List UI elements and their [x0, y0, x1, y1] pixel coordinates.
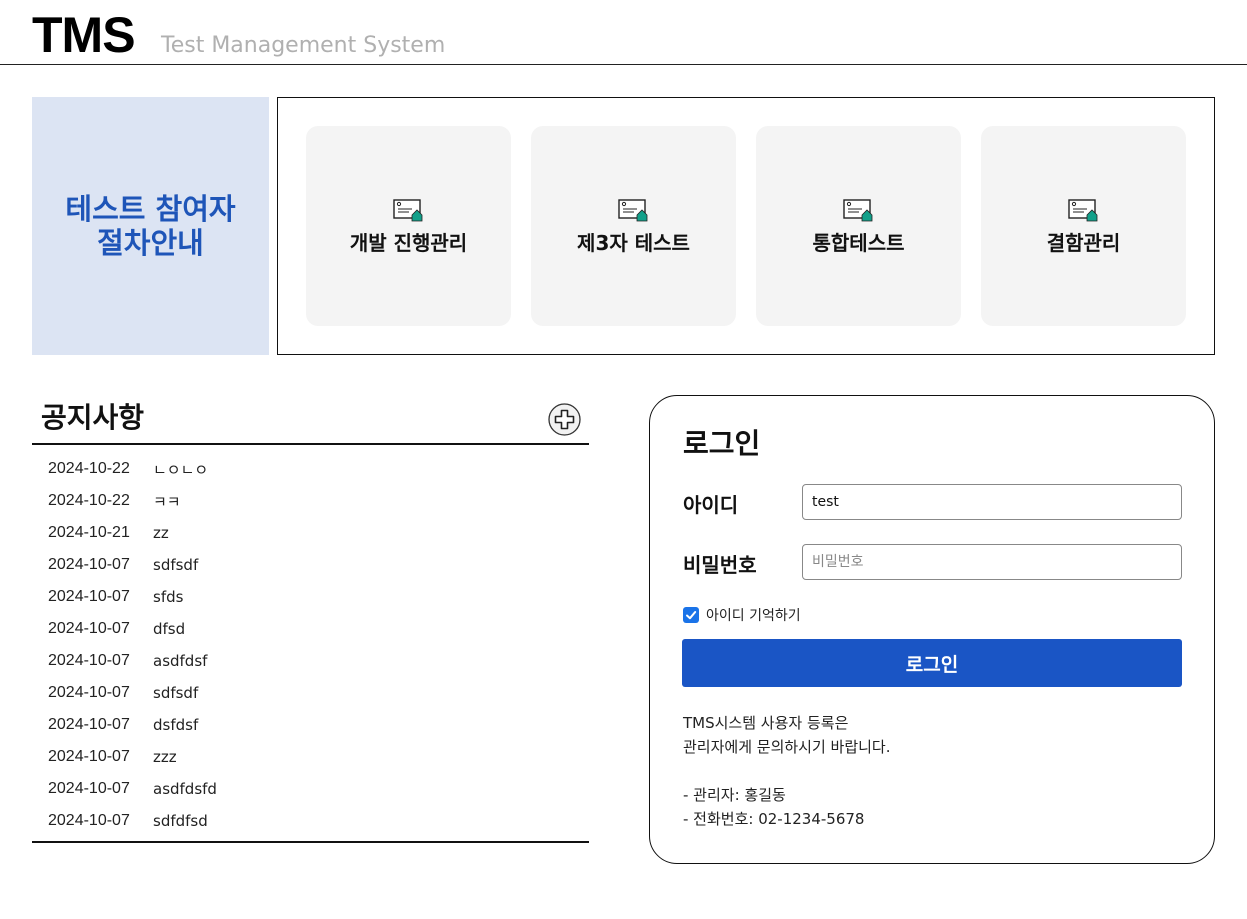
menu-card-defect-management[interactable]: 결함관리: [981, 126, 1186, 326]
login-info-line: - 관리자: 홍길동: [683, 786, 786, 804]
notice-item[interactable]: 2024-10-07 sdfsdf: [32, 677, 589, 709]
login-info-line: 관리자에게 문의하시기 바랍니다.: [683, 738, 891, 756]
login-button[interactable]: 로그인: [682, 639, 1182, 687]
notice-text: ㄴㅇㄴㅇ: [153, 460, 209, 479]
notice-text: dsfdsf: [153, 716, 199, 734]
notice-item[interactable]: 2024-10-07 sdfsdf: [32, 549, 589, 581]
menu-card-label: 통합테스트: [812, 230, 905, 255]
notice-item[interactable]: 2024-10-22 ㄴㅇㄴㅇ: [32, 453, 589, 485]
checkmark-icon: [686, 611, 697, 620]
header: TMS Test Management System: [0, 0, 1247, 65]
login-title: 로그인: [683, 427, 761, 460]
notice-date: 2024-10-07: [48, 684, 130, 701]
notice-text: zz: [153, 524, 169, 542]
notice-title: 공지사항: [41, 401, 145, 434]
menu-card-third-party-test[interactable]: 제3자 테스트: [531, 126, 736, 326]
logo[interactable]: TMS: [32, 6, 136, 64]
id-input[interactable]: [802, 484, 1182, 520]
password-input[interactable]: [802, 544, 1182, 580]
notice-list: 2024-10-22 ㄴㅇㄴㅇ 2024-10-22 ㅋㅋ 2024-10-21 zz…: [32, 453, 589, 837]
notice-text: sdfdfsd: [153, 812, 208, 830]
notice-text: dfsd: [153, 620, 186, 638]
guide-title: 테스트 참여자 절차안내: [65, 192, 236, 260]
add-notice-button[interactable]: [548, 403, 581, 436]
notice-item[interactable]: 2024-10-07 asdfdsfd: [32, 773, 589, 805]
password-label: 비밀번호: [683, 553, 757, 577]
notice-date: 2024-10-07: [48, 556, 130, 573]
notice-divider-bottom: [32, 841, 589, 843]
notice-date: 2024-10-07: [48, 716, 130, 733]
notice-date: 2024-10-07: [48, 748, 130, 765]
logo-subtitle: Test Management System: [161, 33, 446, 58]
menu-card-integration-test[interactable]: 통합테스트: [756, 126, 961, 326]
notice-item[interactable]: 2024-10-07 dsfdsf: [32, 709, 589, 741]
notice-date: 2024-10-07: [48, 812, 130, 829]
remember-id-label: 아이디 기억하기: [706, 608, 801, 624]
menu-card-dev-progress[interactable]: 개발 진행관리: [306, 126, 511, 326]
notice-text: sdfsdf: [153, 684, 199, 702]
document-icon: [392, 198, 422, 221]
document-icon: [1067, 198, 1097, 221]
notice-item[interactable]: 2024-10-07 sdfdfsd: [32, 805, 589, 837]
login-info-line: - 전화번호: 02-1234-5678: [683, 810, 865, 828]
notice-item[interactable]: 2024-10-22 ㅋㅋ: [32, 485, 589, 517]
login-info-line: TMS시스템 사용자 등록은: [683, 714, 849, 732]
notice-date: 2024-10-07: [48, 620, 130, 637]
notice-text: asdfdsfd: [153, 780, 217, 798]
notice-item[interactable]: 2024-10-07 sfds: [32, 581, 589, 613]
login-card: 로그인 아이디 비밀번호 아이디 기억하기 로그인 TMS시스템 사용자 등록은…: [649, 395, 1215, 864]
notice-date: 2024-10-22: [48, 460, 130, 477]
notice-date: 2024-10-21: [48, 524, 130, 541]
notice-item[interactable]: 2024-10-21 zz: [32, 517, 589, 549]
notice-item[interactable]: 2024-10-07 asdfdsf: [32, 645, 589, 677]
notice-text: sfds: [153, 588, 184, 606]
notice-item[interactable]: 2024-10-07 dfsd: [32, 613, 589, 645]
remember-id-checkbox-row[interactable]: 아이디 기억하기: [683, 605, 801, 625]
login-info: TMS시스템 사용자 등록은 관리자에게 문의하시기 바랍니다. - 관리자: …: [683, 711, 891, 831]
document-icon: [842, 198, 872, 221]
menu-card-label: 결함관리: [1046, 230, 1121, 255]
notice-date: 2024-10-07: [48, 652, 130, 669]
notice-item[interactable]: 2024-10-07 zzz: [32, 741, 589, 773]
login-info-line: [683, 759, 891, 783]
menu-panel: 개발 진행관리 제3자 테스트 통합테스트 결함관리: [277, 97, 1215, 355]
remember-id-checkbox[interactable]: [683, 607, 699, 623]
id-label: 아이디: [683, 493, 739, 517]
participant-guide-panel: 테스트 참여자 절차안내: [32, 97, 269, 355]
notice-text: ㅋㅋ: [153, 492, 181, 511]
notice-text: zzz: [153, 748, 177, 766]
menu-card-label: 개발 진행관리: [349, 230, 468, 255]
notice-date: 2024-10-07: [48, 780, 130, 797]
menu-card-label: 제3자 테스트: [577, 230, 690, 255]
notice-text: asdfdsf: [153, 652, 208, 670]
notice-date: 2024-10-22: [48, 492, 130, 509]
notice-divider-top: [32, 443, 589, 445]
notice-date: 2024-10-07: [48, 588, 130, 605]
document-icon: [617, 198, 647, 221]
notice-text: sdfsdf: [153, 556, 199, 574]
